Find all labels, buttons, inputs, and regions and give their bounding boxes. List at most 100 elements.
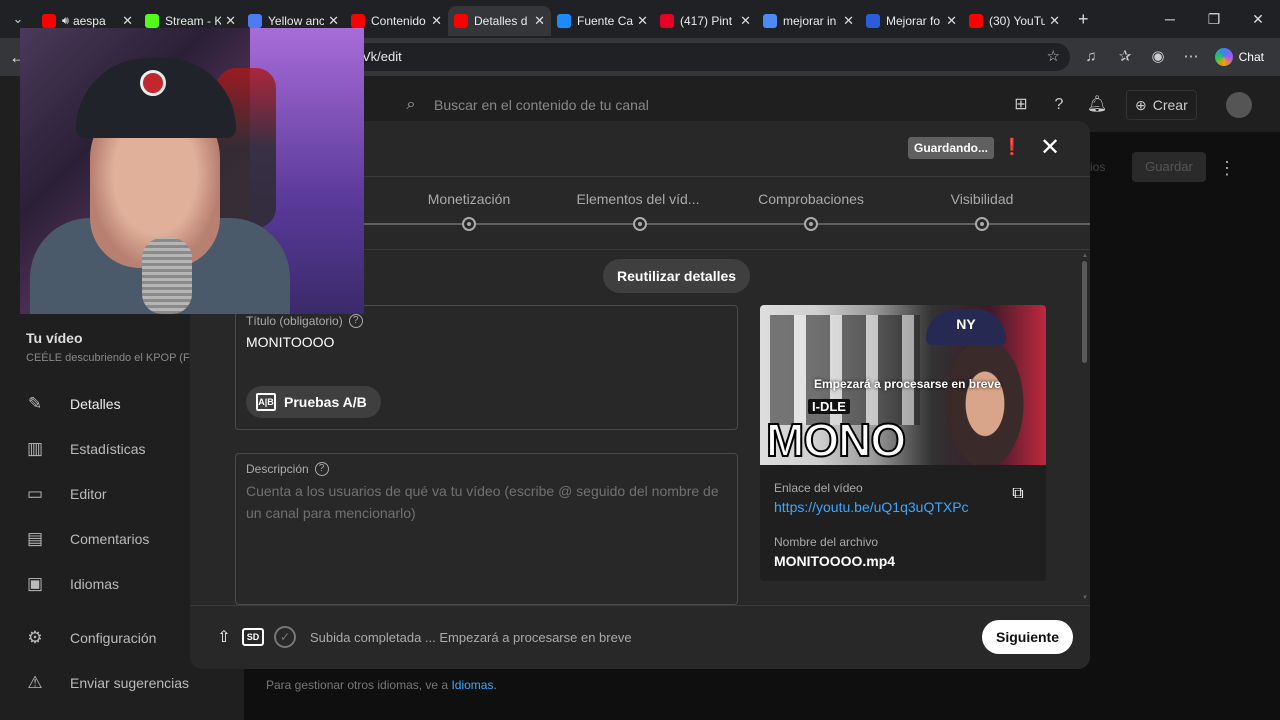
sidebar-item-idiomas[interactable]: ▣ Idiomas bbox=[24, 572, 119, 596]
description-label-row: Descripción ? bbox=[246, 462, 329, 476]
tab-title: (417) Pint bbox=[680, 14, 733, 28]
notifications-bell-icon[interactable]: 🔔︎ bbox=[1084, 92, 1110, 118]
tab-favicon-icon bbox=[145, 14, 159, 28]
tab-close-icon[interactable]: ✕ bbox=[431, 13, 442, 29]
thumbnail-person bbox=[940, 329, 1030, 465]
upload-icon[interactable]: ⇧ bbox=[212, 626, 236, 650]
help-circle-icon[interactable]: ? bbox=[314, 462, 329, 476]
browser-tab[interactable]: (417) Pint ✕ bbox=[654, 6, 757, 36]
ab-test-icon: A|B bbox=[256, 393, 276, 411]
video-thumbnail[interactable]: NY I-DLE MONO Empezará a procesarse en b… bbox=[760, 305, 1046, 466]
tab-close-icon[interactable]: ✕ bbox=[637, 13, 648, 29]
help-circle-icon[interactable]: ? bbox=[348, 314, 363, 328]
copilot-chat-button[interactable]: Chat bbox=[1207, 44, 1272, 70]
title-label-row: Título (obligatorio) ? bbox=[246, 314, 363, 328]
sidebar-item-configuración[interactable]: ⚙ Configuración bbox=[24, 626, 156, 650]
help-icon[interactable]: ? bbox=[1046, 92, 1072, 118]
title-field[interactable]: Título (obligatorio) ? MONITOOOO A|B Pru… bbox=[235, 305, 738, 430]
browser-tab[interactable]: (30) YouTu ✕ bbox=[963, 6, 1066, 36]
close-icon[interactable]: ✕ bbox=[1036, 133, 1064, 163]
dialog-scrollbar[interactable] bbox=[1082, 261, 1087, 363]
tab-close-icon[interactable]: ✕ bbox=[122, 13, 133, 29]
browser-tab[interactable]: mejorar in ✕ bbox=[757, 6, 860, 36]
tab-close-icon[interactable]: ✕ bbox=[946, 13, 957, 29]
browser-tab[interactable]: Mejorar fo ✕ bbox=[860, 6, 963, 36]
tab-close-icon[interactable]: ✕ bbox=[843, 13, 854, 29]
step-video-elements[interactable]: Elementos del víd... bbox=[577, 191, 700, 207]
bookmark-star-icon[interactable]: ☆ bbox=[1047, 43, 1060, 71]
browser-tab[interactable]: Fuente Ca ✕ bbox=[551, 6, 654, 36]
description-placeholder: Cuenta a los usuarios de qué va tu vídeo… bbox=[246, 483, 719, 521]
sidebar-item-label: Enviar sugerencias bbox=[70, 675, 190, 691]
create-button[interactable]: ⊕ Crear bbox=[1126, 90, 1197, 120]
more-options-icon[interactable]: ⋮ bbox=[1218, 158, 1236, 179]
new-tab-icon[interactable]: + bbox=[1078, 9, 1089, 30]
ab-testing-button[interactable]: A|B Pruebas A/B bbox=[246, 386, 381, 418]
copy-icon[interactable]: ⧉ bbox=[1008, 485, 1028, 505]
restore-icon[interactable]: ❐ bbox=[1192, 0, 1236, 38]
tab-close-icon[interactable]: ✕ bbox=[328, 13, 339, 29]
tab-audio-icon[interactable]: 🔊︎ bbox=[62, 15, 69, 28]
more-menu-icon[interactable]: ⋯ bbox=[1176, 38, 1206, 76]
tab-close-icon[interactable]: ✕ bbox=[225, 13, 236, 29]
tab-close-icon[interactable]: ✕ bbox=[534, 13, 545, 29]
tab-close-icon[interactable]: ✕ bbox=[740, 13, 751, 29]
subtitles-add-icon[interactable]: ⊞ bbox=[1008, 92, 1034, 118]
video-link-label: Enlace del vídeo bbox=[774, 481, 863, 495]
sidebar-item-enviar-sugerencias[interactable]: ⚠ Enviar sugerencias bbox=[24, 671, 189, 695]
tab-title: Contenido bbox=[371, 14, 426, 28]
tab-favicon-icon bbox=[763, 14, 777, 28]
ab-testing-label: Pruebas A/B bbox=[284, 394, 367, 410]
scroll-down-arrow[interactable]: ▼ bbox=[1082, 595, 1088, 601]
close-window-icon[interactable]: ✕ bbox=[1236, 0, 1280, 38]
window-controls: ─ ❐ ✕ bbox=[1148, 0, 1280, 38]
step-monetization[interactable]: Monetización bbox=[428, 191, 511, 207]
video-link[interactable]: https://youtu.be/uQ1q3uQTXPc bbox=[774, 499, 969, 515]
comment-icon: ▤ bbox=[26, 529, 44, 548]
languages-footer: Para gestionar otros idiomas, ve a Idiom… bbox=[266, 678, 497, 692]
title-label: Título (obligatorio) bbox=[246, 314, 343, 328]
step-visibility[interactable]: Visibilidad bbox=[951, 191, 1014, 207]
sidebar-item-label: Editor bbox=[70, 486, 107, 502]
account-avatar[interactable] bbox=[1226, 92, 1252, 118]
upload-status: Subida completada ... Empezará a procesa… bbox=[310, 630, 632, 645]
minimize-icon[interactable]: ─ bbox=[1148, 0, 1192, 38]
sidebar-item-editor[interactable]: ▭ Editor bbox=[24, 482, 107, 506]
report-issue-icon[interactable]: ❗ bbox=[998, 135, 1026, 161]
languages-footer-text: Para gestionar otros idiomas, ve a bbox=[266, 678, 449, 692]
file-name-label: Nombre del archivo bbox=[774, 535, 879, 549]
scroll-up-arrow[interactable]: ▲ bbox=[1082, 253, 1088, 259]
music-extension-icon[interactable]: ♫ bbox=[1076, 38, 1106, 76]
tab-favicon-icon bbox=[557, 14, 571, 28]
sidebar-item-label: Estadísticas bbox=[70, 441, 146, 457]
tab-title: Mejorar fo bbox=[886, 14, 941, 28]
processing-overlay: Empezará a procesarse en breve bbox=[814, 377, 1001, 391]
tab-close-icon[interactable]: ✕ bbox=[1049, 13, 1060, 29]
sidebar-item-label: Idiomas bbox=[70, 576, 120, 592]
saving-badge: Guardando... bbox=[908, 137, 995, 159]
sidebar-video-title: CEÉLE descubriendo el KPOP (F bbox=[26, 352, 190, 364]
undo-changes-button: ios bbox=[1090, 160, 1106, 174]
languages-link[interactable]: Idiomas. bbox=[451, 678, 496, 692]
description-label: Descripción bbox=[246, 462, 309, 476]
sidebar-item-comentarios[interactable]: ▤ Comentarios bbox=[24, 527, 149, 551]
next-button[interactable]: Siguiente bbox=[982, 620, 1074, 654]
title-input[interactable]: MONITOOOO bbox=[246, 334, 334, 350]
browser-tab[interactable]: Detalles d ✕ bbox=[448, 6, 551, 36]
tab-favicon-icon bbox=[969, 14, 983, 28]
step-checks[interactable]: Comprobaciones bbox=[758, 191, 864, 207]
copilot-icon bbox=[1214, 48, 1233, 66]
profile-icon[interactable]: ◉ bbox=[1143, 38, 1173, 76]
sd-quality-icon[interactable]: SD bbox=[242, 628, 264, 646]
checks-icon[interactable]: ✓ bbox=[274, 626, 296, 648]
camera-plus-icon: ⊕ bbox=[1135, 96, 1147, 113]
tab-title: Fuente Ca bbox=[577, 14, 634, 28]
reuse-details-button[interactable]: Reutilizar detalles bbox=[603, 259, 751, 293]
cap-logo bbox=[140, 70, 166, 96]
studio-search[interactable]: ⌕ Buscar en el contenido de tu canal bbox=[388, 86, 894, 124]
description-field[interactable]: Descripción ? Cuenta a los usuarios de q… bbox=[235, 453, 738, 605]
sidebar-item-detalles[interactable]: ✎ Detalles bbox=[24, 392, 121, 416]
sidebar-item-estadísticas[interactable]: ▥ Estadísticas bbox=[24, 437, 146, 461]
save-button-behind: Guardar bbox=[1132, 152, 1206, 182]
favorites-icon[interactable]: ✰ bbox=[1110, 38, 1140, 76]
